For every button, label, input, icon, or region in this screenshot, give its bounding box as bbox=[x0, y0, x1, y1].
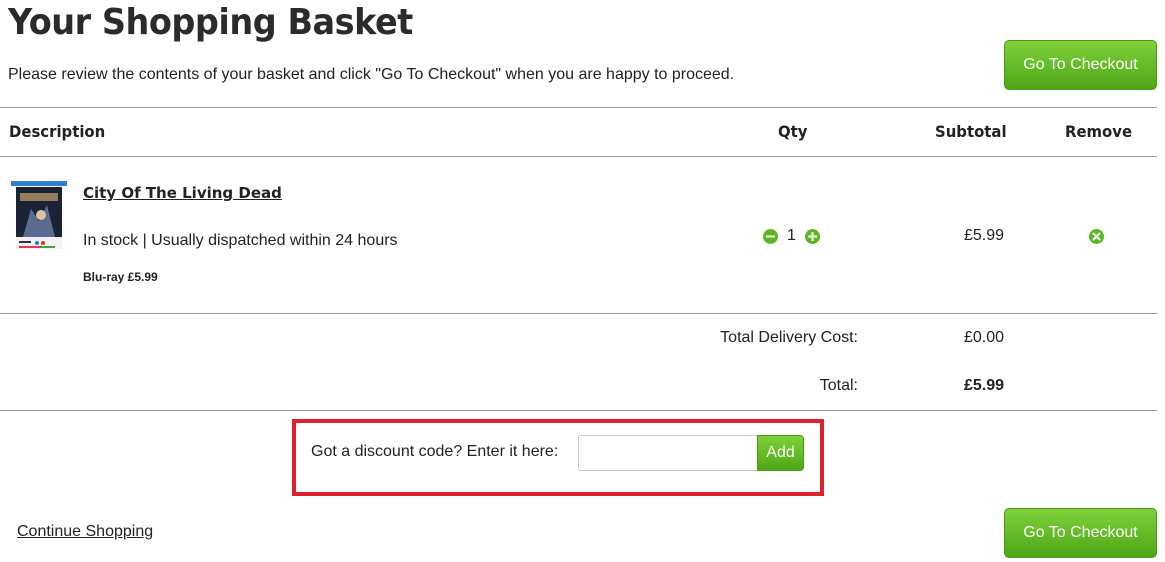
divider bbox=[0, 156, 1157, 157]
divider bbox=[0, 107, 1157, 108]
column-header-remove: Remove bbox=[1065, 122, 1133, 141]
close-icon bbox=[1092, 232, 1101, 241]
remove-item-button[interactable] bbox=[1089, 229, 1104, 244]
go-to-checkout-button-top[interactable]: Go To Checkout bbox=[1004, 40, 1157, 90]
product-format-price: Blu-ray £5.99 bbox=[83, 270, 158, 284]
page-title: Your Shopping Basket bbox=[8, 2, 413, 43]
column-header-qty: Qty bbox=[778, 122, 808, 141]
increase-qty-button[interactable] bbox=[805, 229, 820, 244]
quantity-value: 1 bbox=[787, 227, 796, 244]
discount-code-input[interactable] bbox=[578, 435, 760, 471]
delivery-cost-label: Total Delivery Cost: bbox=[720, 329, 858, 346]
go-to-checkout-button-bottom[interactable]: Go To Checkout bbox=[1004, 508, 1157, 558]
divider bbox=[0, 410, 1157, 411]
stock-status: In stock | Usually dispatched within 24 … bbox=[83, 232, 398, 249]
total-label: Total: bbox=[819, 377, 858, 394]
total-value: £5.99 bbox=[964, 377, 1005, 394]
product-title-link[interactable]: City Of The Living Dead bbox=[83, 184, 282, 202]
plus-icon bbox=[808, 232, 817, 241]
delivery-cost-value: £0.00 bbox=[964, 329, 1005, 346]
continue-shopping-link[interactable]: Continue Shopping bbox=[17, 523, 153, 541]
discount-label: Got a discount code? Enter it here: bbox=[311, 443, 559, 460]
item-subtotal: £5.99 bbox=[964, 227, 1005, 244]
bluray-cover-icon bbox=[11, 181, 67, 249]
divider bbox=[0, 313, 1157, 314]
column-header-subtotal: Subtotal bbox=[935, 122, 1007, 141]
decrease-qty-button[interactable] bbox=[763, 229, 778, 244]
add-discount-button[interactable]: Add bbox=[757, 435, 804, 471]
product-thumbnail[interactable] bbox=[11, 181, 67, 251]
column-header-description: Description bbox=[9, 122, 106, 141]
intro-text: Please review the contents of your baske… bbox=[8, 66, 735, 83]
minus-icon bbox=[766, 235, 775, 238]
